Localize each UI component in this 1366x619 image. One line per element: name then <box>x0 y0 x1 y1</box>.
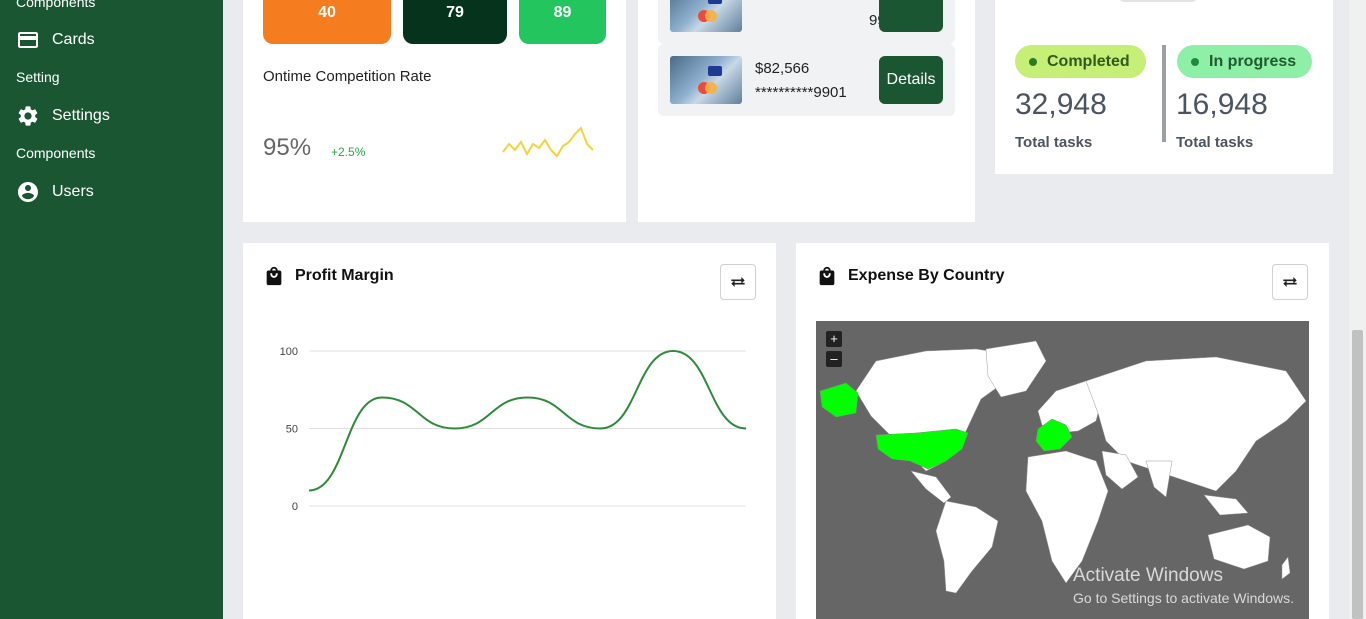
details-button[interactable] <box>879 0 943 32</box>
sidebar-section-components: Components <box>16 145 96 161</box>
card-amount: $82,566 <box>755 60 810 77</box>
profit-margin-card: Profit Margin 100 50 0 <box>243 243 776 619</box>
stats-card: 40 79 89 Ontime Competition Rate 95% +2.… <box>243 0 626 222</box>
in-progress-value: 16,948 <box>1176 88 1268 121</box>
stat-box: 79 <box>403 0 507 44</box>
divider <box>1162 45 1166 142</box>
donut-chart-edge <box>1117 0 1199 2</box>
details-button[interactable]: Details <box>879 56 943 104</box>
in-progress-caption: Total tasks <box>1176 134 1254 151</box>
page-scrollbar[interactable] <box>1349 0 1366 619</box>
completed-caption: Total tasks <box>1015 134 1093 151</box>
rate-delta: +2.5% <box>331 145 366 159</box>
y-tick-label: 0 <box>292 501 298 513</box>
sidebar-item-cards[interactable]: Cards <box>16 28 95 52</box>
list-item: $82,566 **********9901 Details <box>658 44 955 116</box>
rate-title: Ontime Competition Rate <box>263 68 432 85</box>
sidebar-section-setting: Setting <box>16 69 60 85</box>
scrollbar-thumb[interactable] <box>1352 330 1363 619</box>
status-dot <box>1191 57 1199 66</box>
sidebar-item-label: Cards <box>52 31 95 48</box>
panel-header: Expense By Country <box>816 265 1004 287</box>
swap-arrows-icon <box>1283 277 1297 287</box>
card-number: **********9901 <box>755 84 847 101</box>
profit-line-chart: 100 50 0 <box>280 346 747 513</box>
completed-pill: Completed <box>1015 45 1146 78</box>
y-tick-label: 50 <box>286 424 298 436</box>
in-progress-pill: In progress <box>1177 45 1313 78</box>
list-item: 9901 <box>658 0 955 44</box>
gear-icon <box>18 106 38 126</box>
y-tick-label: 100 <box>280 346 298 358</box>
completed-value: 32,948 <box>1015 88 1107 121</box>
sidebar-item-label: Users <box>52 183 94 200</box>
expense-country-card: Expense By Country + – <box>796 243 1329 619</box>
watermark-title: Activate Windows <box>1073 565 1223 586</box>
pill-label: In progress <box>1209 52 1297 70</box>
zoom-in-button[interactable]: + <box>826 331 842 347</box>
toggle-button[interactable] <box>1272 264 1308 300</box>
sidebar: Components Cards Setting Settings Compon… <box>0 0 223 619</box>
stat-box: 89 <box>519 0 606 44</box>
tasks-card: Completed In progress 32,948 Total tasks… <box>995 0 1333 174</box>
button-label: Details <box>886 71 936 88</box>
shopping-bag-icon <box>819 266 835 286</box>
sidebar-item-label: Settings <box>52 107 110 124</box>
sidebar-item-settings[interactable]: Settings <box>16 104 110 128</box>
status-dot <box>1029 57 1037 66</box>
stat-box: 40 <box>263 0 391 44</box>
stat-value: 89 <box>553 4 572 21</box>
stat-value: 40 <box>318 4 336 21</box>
credit-cards-card: 9901 $82,566 **********9901 Details <box>638 0 975 222</box>
activation-watermark: Activate Windows Go to Settings to activ… <box>1073 565 1294 606</box>
user-circle-icon <box>18 182 38 202</box>
credit-card-image <box>670 0 742 32</box>
credit-card-image <box>670 56 742 104</box>
sidebar-section-components-top: Components <box>16 0 96 10</box>
sparkline <box>502 126 594 158</box>
watermark-subtitle: Go to Settings to activate Windows. <box>1073 590 1294 606</box>
series-line <box>308 349 747 492</box>
sidebar-item-users[interactable]: Users <box>16 180 94 204</box>
zoom-out-button[interactable]: – <box>826 351 842 367</box>
panel-title: Expense By Country <box>848 267 1005 284</box>
rate-value: 95% <box>263 134 312 161</box>
pill-label: Completed <box>1047 52 1130 70</box>
credit-card-icon <box>18 32 38 48</box>
stat-value: 79 <box>446 4 464 21</box>
